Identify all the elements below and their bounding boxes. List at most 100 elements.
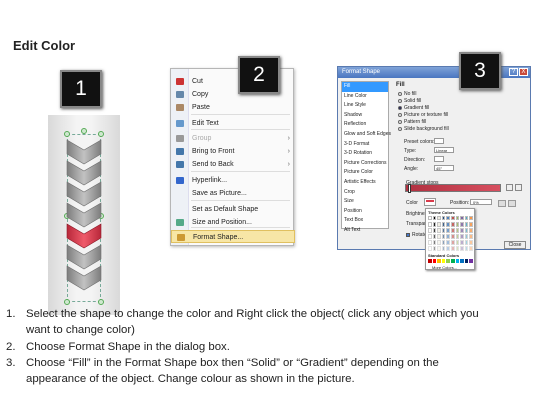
color-swatch[interactable]	[455, 234, 460, 239]
radio-button[interactable]	[398, 105, 402, 110]
color-swatch[interactable]	[446, 216, 450, 220]
color-swatch[interactable]	[451, 228, 455, 233]
menu-item-save-as-picture[interactable]: Save as Picture...	[171, 187, 295, 200]
menu-item-format-shape[interactable]: Format Shape...	[171, 230, 295, 243]
color-swatch[interactable]	[446, 222, 450, 227]
color-swatch[interactable]	[460, 216, 464, 220]
color-swatch[interactable]	[441, 246, 446, 251]
color-swatch[interactable]	[441, 222, 446, 227]
category-line-style[interactable]: Line Style	[342, 101, 388, 111]
rotate-handle[interactable]	[81, 128, 87, 134]
color-swatch[interactable]	[455, 222, 460, 227]
category-line-color[interactable]: Line Color	[342, 92, 388, 102]
color-swatch[interactable]	[451, 234, 455, 239]
radio-button[interactable]	[398, 91, 402, 96]
category-shadow[interactable]: Shadow	[342, 111, 388, 121]
chevron-segment[interactable]	[66, 265, 102, 291]
color-swatch[interactable]	[446, 234, 450, 239]
category-fill[interactable]: Fill	[342, 82, 388, 92]
color-swatch[interactable]	[451, 240, 455, 245]
help-button[interactable]: ?	[509, 68, 518, 76]
category-3-d-format[interactable]: 3-D Format	[342, 140, 388, 150]
fill-option-gradient-fill[interactable]: Gradient fill	[398, 105, 429, 111]
fill-option-no-fill[interactable]: No fill	[398, 91, 417, 97]
field-dropdown[interactable]	[434, 138, 444, 144]
close-icon[interactable]: X	[519, 68, 528, 76]
color-swatch[interactable]	[428, 234, 432, 239]
category-3-d-rotation[interactable]: 3-D Rotation	[342, 149, 388, 159]
color-swatch[interactable]	[437, 234, 441, 239]
radio-button[interactable]	[398, 119, 402, 124]
chevron-segment[interactable]	[66, 244, 102, 270]
color-swatch[interactable]	[446, 240, 450, 245]
color-swatch[interactable]	[446, 259, 450, 263]
color-swatch[interactable]	[437, 259, 441, 263]
category-text-box[interactable]: Text Box	[342, 216, 388, 226]
category-glow-and-soft-edges[interactable]: Glow and Soft Edges	[342, 130, 391, 140]
color-swatch[interactable]	[437, 246, 441, 251]
color-swatch[interactable]	[432, 222, 437, 227]
chevron-segment[interactable]	[66, 202, 102, 228]
color-swatch[interactable]	[428, 240, 432, 245]
color-swatch[interactable]	[441, 228, 446, 233]
color-swatch[interactable]	[432, 234, 437, 239]
color-swatch[interactable]	[469, 228, 473, 233]
color-swatch[interactable]	[460, 222, 464, 227]
category-position[interactable]: Position	[342, 207, 388, 217]
field-dropdown[interactable]: Linear	[434, 147, 454, 153]
color-swatch[interactable]	[455, 240, 460, 245]
color-swatch[interactable]	[441, 259, 446, 263]
category-picture-color[interactable]: Picture Color	[342, 168, 388, 178]
field-dropdown[interactable]: 45°	[434, 165, 454, 171]
menu-item-paste[interactable]: Paste	[171, 101, 295, 114]
resize-handle-tl[interactable]	[64, 131, 70, 137]
color-swatch[interactable]	[455, 216, 460, 220]
color-swatch[interactable]	[464, 216, 469, 220]
gradient-bar[interactable]	[405, 184, 501, 193]
color-swatch[interactable]	[432, 240, 437, 245]
category-reflection[interactable]: Reflection	[342, 120, 388, 130]
menu-item-bring-to-front[interactable]: Bring to Front ›	[171, 145, 295, 158]
color-swatch[interactable]	[464, 228, 469, 233]
remove-stop-icon[interactable]	[515, 184, 522, 191]
add-stop-icon[interactable]	[506, 184, 513, 191]
color-swatch[interactable]	[437, 228, 441, 233]
color-swatch[interactable]	[428, 259, 432, 263]
color-swatch[interactable]	[451, 222, 455, 227]
color-swatch[interactable]	[455, 228, 460, 233]
color-swatch[interactable]	[428, 228, 432, 233]
color-swatch[interactable]	[464, 240, 469, 245]
chevron-segment-highlighted[interactable]	[66, 223, 102, 249]
color-swatch[interactable]	[437, 240, 441, 245]
color-swatch[interactable]	[428, 222, 432, 227]
color-swatch[interactable]	[428, 216, 432, 220]
position-field[interactable]: 0%	[470, 199, 492, 205]
radio-button[interactable]	[398, 98, 402, 103]
color-swatch[interactable]	[432, 228, 437, 233]
color-swatch[interactable]	[469, 246, 473, 251]
menu-item-set-as-default-shape[interactable]: Set as Default Shape	[171, 203, 295, 216]
fill-option-pattern-fill[interactable]: Pattern fill	[398, 119, 426, 125]
color-swatch[interactable]	[432, 246, 437, 251]
color-dropdown[interactable]	[424, 198, 436, 206]
color-swatch[interactable]	[460, 259, 464, 263]
color-swatch[interactable]	[469, 240, 473, 245]
color-swatch[interactable]	[460, 228, 464, 233]
color-swatch[interactable]	[428, 246, 432, 251]
chevron-arrow-shape[interactable]	[64, 138, 104, 300]
color-swatch[interactable]	[432, 216, 437, 220]
dialog-side-button-b[interactable]	[508, 200, 516, 207]
color-swatch[interactable]	[451, 216, 455, 220]
color-swatch[interactable]	[460, 234, 464, 239]
menu-item-group[interactable]: Group ›	[171, 132, 295, 145]
field-dropdown[interactable]	[434, 156, 444, 162]
dialog-close-button[interactable]: Close	[504, 241, 526, 249]
color-swatch[interactable]	[441, 234, 446, 239]
color-swatch[interactable]	[464, 234, 469, 239]
rotate-checkbox[interactable]: Rotate	[406, 232, 427, 238]
color-swatch[interactable]	[464, 259, 469, 263]
color-swatch[interactable]	[432, 259, 437, 263]
chevron-segment[interactable]	[66, 181, 102, 207]
color-swatch[interactable]	[469, 222, 473, 227]
category-alt-text[interactable]: Alt Text	[342, 226, 388, 236]
